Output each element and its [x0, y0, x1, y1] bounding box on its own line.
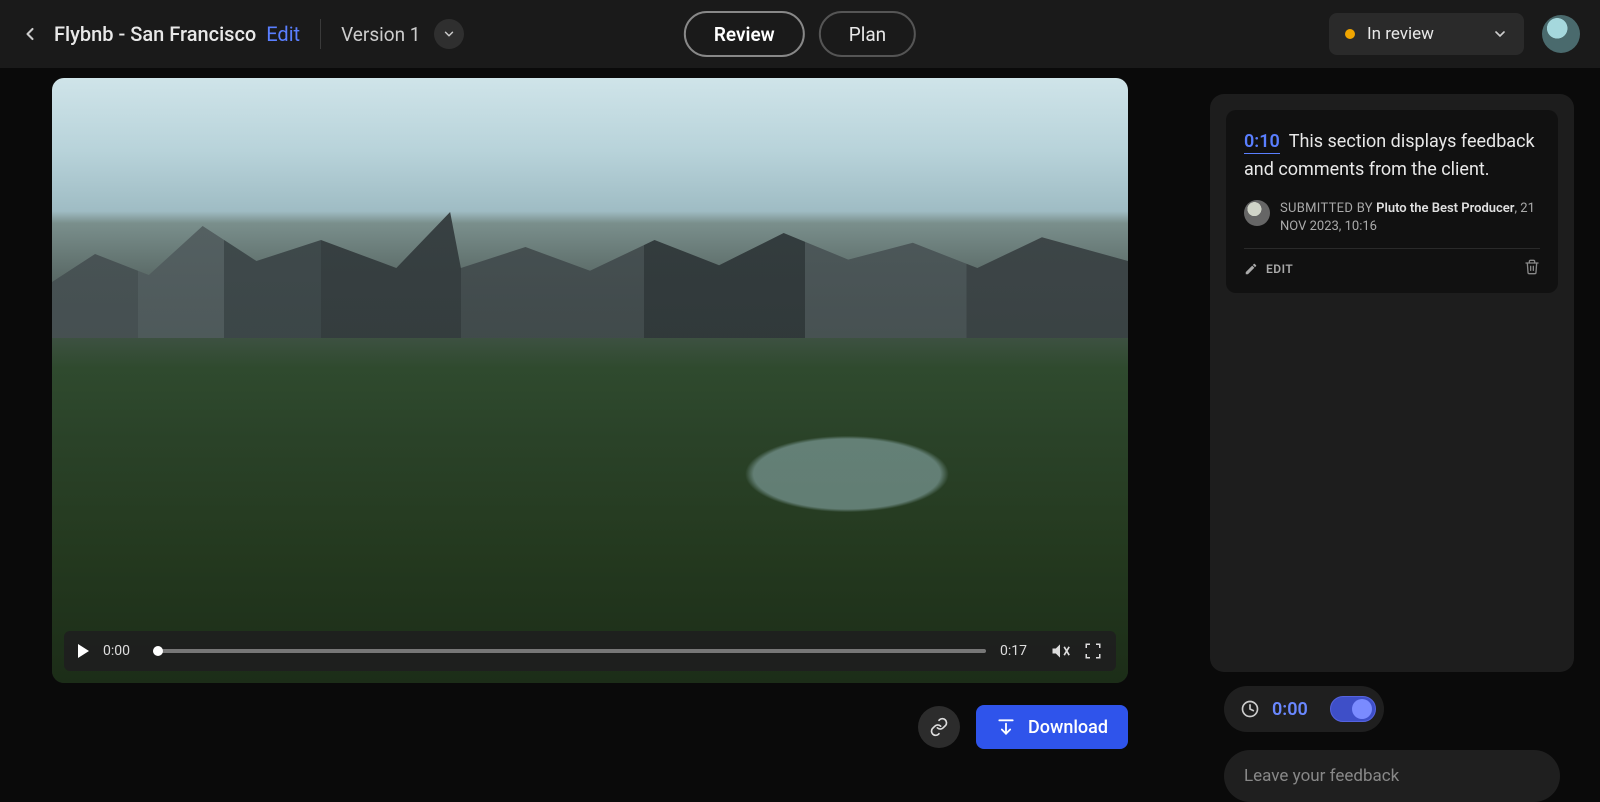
video-duration: 0:17	[1000, 643, 1036, 659]
comment-meta: SUBMITTED BY Pluto the Best Producer, 21…	[1280, 200, 1540, 236]
project-title: Flybnb - San Francisco	[54, 22, 256, 46]
download-icon	[996, 717, 1016, 737]
video-seek-track[interactable]	[153, 649, 986, 653]
edit-icon	[1244, 262, 1258, 276]
delete-comment-button[interactable]	[1524, 259, 1540, 279]
edit-title-link[interactable]: Edit	[266, 22, 300, 46]
trash-icon	[1524, 259, 1540, 275]
copy-link-button[interactable]	[918, 706, 960, 748]
status-dropdown[interactable]: In review	[1329, 13, 1524, 55]
back-button[interactable]	[20, 24, 40, 44]
tab-plan[interactable]: Plan	[819, 11, 916, 57]
edit-comment-button[interactable]: EDIT	[1244, 262, 1293, 276]
comment-card: 0:10 This section displays feedback and …	[1226, 110, 1558, 293]
version-dropdown-button[interactable]	[434, 19, 464, 49]
download-button[interactable]: Download	[976, 705, 1128, 749]
chevron-down-icon	[1492, 26, 1508, 42]
comment-text: This section displays feedback and comme…	[1244, 131, 1535, 180]
link-icon	[929, 717, 949, 737]
tab-review[interactable]: Review	[684, 11, 805, 57]
timestamp-toggle[interactable]	[1330, 696, 1376, 722]
comment-timecode[interactable]: 0:10	[1244, 131, 1280, 154]
feedback-placeholder: Leave your feedback	[1244, 766, 1399, 786]
video-thumbnail	[52, 78, 1128, 683]
download-label: Download	[1028, 717, 1108, 738]
top-bar: Flybnb - San Francisco Edit Version 1 Re…	[0, 0, 1600, 68]
version-label: Version 1	[341, 23, 420, 46]
comments-panel: 0:10 This section displays feedback and …	[1210, 94, 1574, 672]
chevron-down-icon	[442, 27, 456, 41]
video-controls: 0:00 0:17	[64, 631, 1116, 671]
timestamp-widget: 0:00	[1224, 686, 1384, 732]
mute-button[interactable]	[1050, 641, 1070, 661]
play-button[interactable]	[78, 644, 89, 658]
status-label: In review	[1367, 24, 1434, 44]
video-current-time: 0:00	[103, 643, 139, 659]
user-avatar[interactable]	[1542, 15, 1580, 53]
timestamp-value: 0:00	[1272, 699, 1308, 720]
clock-icon	[1240, 699, 1260, 719]
feedback-input[interactable]: Leave your feedback	[1224, 750, 1560, 802]
status-dot-icon	[1345, 29, 1355, 39]
divider	[320, 19, 321, 49]
comment-author-avatar	[1244, 200, 1270, 226]
video-player[interactable]: 0:00 0:17	[52, 78, 1128, 683]
fullscreen-button[interactable]	[1084, 642, 1102, 660]
